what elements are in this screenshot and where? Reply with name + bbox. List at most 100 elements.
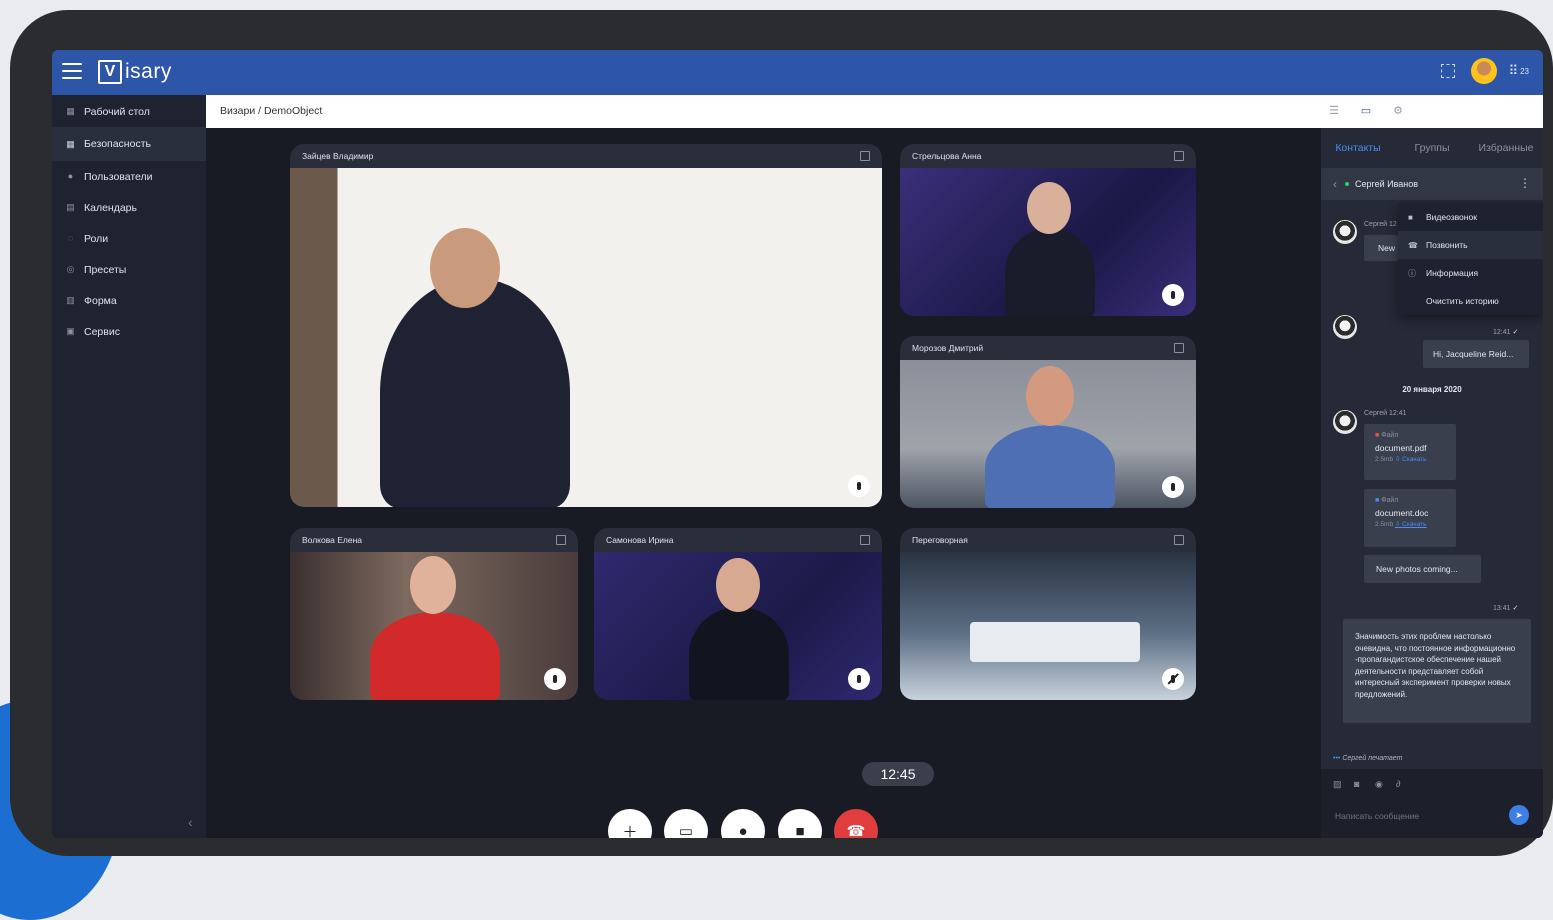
sidebar-item-service[interactable]: ▣ Сервис <box>52 316 206 347</box>
end-call-button[interactable]: ☎ <box>834 809 878 838</box>
participant-tile[interactable]: Зайцев Владимир <box>290 144 882 507</box>
avatar <box>1333 410 1357 434</box>
participant-tile[interactable]: Переговорная <box>900 528 1196 700</box>
expand-tile-icon[interactable] <box>860 151 870 161</box>
tab-groups[interactable]: Группы <box>1395 142 1469 154</box>
participant-tile[interactable]: Морозов Дмитрий <box>900 336 1196 508</box>
microphone-button[interactable]: ● <box>721 809 765 838</box>
phone-icon: ☎ <box>1408 240 1418 250</box>
message-meta: Сергей 12 <box>1364 221 1397 228</box>
sidebar-item-label: Безопасность <box>84 138 151 150</box>
app-screen: V isary ⠿ 23 ▦ Рабочий стол ▦ Безопасность… <box>52 50 1543 838</box>
apps-grid-icon[interactable]: ⠿ <box>1509 63 1519 79</box>
app-logo[interactable]: V isary <box>98 58 172 86</box>
send-button[interactable]: ➤ <box>1509 805 1529 825</box>
presets-icon: ◎ <box>66 264 75 274</box>
mic-icon[interactable] <box>1162 476 1184 498</box>
sidebar-item-form[interactable]: ▥ Форма <box>52 285 206 316</box>
participant-tile[interactable]: Волкова Елена <box>290 528 578 700</box>
menu-item-clear-history[interactable]: Очистить историю <box>1398 287 1543 315</box>
camera-button[interactable]: ■ <box>778 809 822 838</box>
participant-video <box>290 168 882 507</box>
participant-name: Стрельцова Анна <box>912 151 982 161</box>
expand-tile-icon[interactable] <box>1174 535 1184 545</box>
sidebar: ▦ Рабочий стол ▦ Безопасность ● Пользовател… <box>52 95 206 838</box>
roles-icon: ◌ <box>67 233 74 243</box>
menu-item-video-call[interactable]: ■ Видеозвонок <box>1398 203 1543 231</box>
expand-tile-icon[interactable] <box>860 535 870 545</box>
expand-tile-icon[interactable] <box>556 535 566 545</box>
participant-video <box>900 168 1196 316</box>
chat-icon[interactable]: ▭ <box>1357 104 1375 118</box>
collapse-sidebar-icon[interactable]: ‹ <box>188 814 193 830</box>
message-input[interactable] <box>1333 807 1507 825</box>
fullscreen-icon[interactable] <box>1440 64 1455 78</box>
service-icon: ▣ <box>66 326 75 336</box>
more-options-icon[interactable]: ⋮ <box>1519 176 1531 190</box>
download-link[interactable]: ⇩ Скачать <box>1395 521 1427 528</box>
sidebar-item-security[interactable]: ▦ Безопасность <box>52 127 206 161</box>
sidebar-item-roles[interactable]: ◌ Роли <box>52 223 206 254</box>
video-stage: Зайцев Владимир Стрельцова Анна Морозов … <box>206 128 1321 838</box>
file-message: ■ Файл document.doc 2.5mb ⇩ Скачать <box>1364 489 1456 547</box>
read-check-icon: ✓ <box>1512 329 1519 336</box>
participant-name: Волкова Елена <box>302 535 362 545</box>
call-timer: 12:45 <box>862 762 934 786</box>
sidebar-item-label: Сервис <box>84 325 120 338</box>
image-icon[interactable]: ▨ <box>1333 779 1343 789</box>
participant-name: Морозов Дмитрий <box>912 343 984 353</box>
participant-tile[interactable]: Стрельцова Анна <box>900 144 1196 316</box>
participant-name: Переговорная <box>912 535 968 545</box>
mic-icon[interactable] <box>848 475 870 497</box>
expand-tile-icon[interactable] <box>1174 151 1184 161</box>
sidebar-item-calendar[interactable]: ▤ Календарь <box>52 192 206 223</box>
contact-context-menu: ■ Видеозвонок ☎ Позвонить ⓘ Информация Очис… <box>1398 203 1543 315</box>
avatar <box>1333 220 1357 244</box>
dashboard-icon: ▦ <box>66 106 75 116</box>
participant-video <box>594 552 882 700</box>
message-time: 13:41 ✓ <box>1493 605 1519 612</box>
sidebar-item-label: Рабочий стол <box>84 105 150 118</box>
security-icon: ▦ <box>66 138 75 149</box>
add-participant-button[interactable]: ＋ <box>608 809 652 838</box>
mic-icon[interactable] <box>1162 284 1184 306</box>
tab-contacts[interactable]: Контакты <box>1321 142 1395 154</box>
file-message: ■ Файл document.pdf 2.5mb ⇩ Скачать <box>1364 424 1456 480</box>
camera-icon[interactable]: ◙ <box>1354 779 1364 789</box>
sidebar-item-dashboard[interactable]: ▦ Рабочий стол <box>52 96 206 127</box>
participant-video <box>290 552 578 700</box>
top-bar: V isary ⠿ 23 <box>52 50 1543 95</box>
location-icon[interactable]: ◉ <box>1375 779 1385 789</box>
screen-share-button[interactable]: ▭ <box>664 809 708 838</box>
attach-icon[interactable]: ∂ <box>1396 779 1406 789</box>
expand-tile-icon[interactable] <box>1174 343 1184 353</box>
mic-icon[interactable] <box>848 668 870 690</box>
menu-icon[interactable] <box>62 63 82 79</box>
sidebar-item-users[interactable]: ● Пользователи <box>52 161 206 192</box>
typing-dots-icon: ••• <box>1333 755 1341 762</box>
menu-item-info[interactable]: ⓘ Информация <box>1398 259 1543 287</box>
sidebar-item-label: Пользователи <box>84 170 153 183</box>
download-link[interactable]: ⇩ Скачать <box>1395 456 1427 463</box>
sidebar-item-presets[interactable]: ◎ Пресеты <box>52 254 206 285</box>
avatar <box>1333 315 1357 339</box>
message-bubble: New photos coming... <box>1364 555 1481 583</box>
logo-text: isary <box>125 60 172 83</box>
sidebar-item-label: Роли <box>84 232 109 245</box>
menu-item-call[interactable]: ☎ Позвонить <box>1398 231 1543 259</box>
list-view-icon[interactable]: ☰ <box>1325 104 1343 118</box>
mic-icon[interactable] <box>544 668 566 690</box>
settings-icon[interactable]: ⚙ <box>1389 104 1407 118</box>
participant-name: Самонова Ирина <box>606 535 674 545</box>
participant-tile[interactable]: Самонова Ирина <box>594 528 882 700</box>
breadcrumb-bar: Визари / DemoObject ☰ ▭ ⚙ <box>206 95 1543 128</box>
tab-favorites[interactable]: Избранные <box>1469 142 1543 154</box>
user-avatar[interactable] <box>1470 58 1497 84</box>
tablet-frame: V isary ⠿ 23 ▦ Рабочий стол ▦ Безопасность… <box>10 10 1553 856</box>
users-icon: ● <box>67 171 74 181</box>
back-icon[interactable]: ‹ <box>1333 177 1337 191</box>
mic-muted-icon[interactable] <box>1162 668 1184 690</box>
calendar-icon: ▤ <box>66 202 75 212</box>
message-bubble: Hi, Jacqueline Reid... <box>1423 340 1529 368</box>
participant-video <box>900 552 1196 700</box>
